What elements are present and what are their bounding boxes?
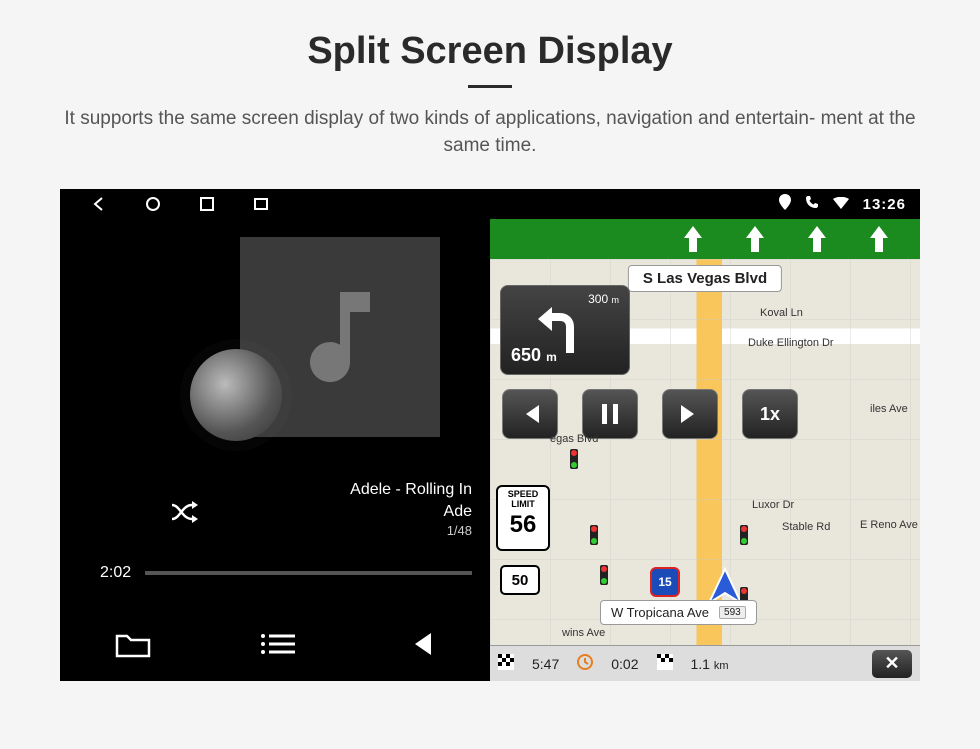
traffic-light-icon [600, 565, 608, 585]
lane-arrow-icon [682, 226, 704, 252]
flag-icon [657, 654, 673, 673]
time-remaining: 0:02 [611, 656, 638, 672]
distance-remaining: 1.1 km [691, 656, 729, 672]
traffic-light-icon [570, 449, 578, 469]
lane-arrow-icon [868, 226, 890, 252]
status-time: 13:26 [863, 196, 906, 213]
close-button[interactable]: ✕ [872, 650, 912, 678]
interstate-shield: 15 [650, 567, 680, 597]
next-button[interactable] [662, 389, 718, 439]
music-bottom-controls [60, 611, 490, 681]
progress-bar[interactable] [145, 571, 472, 575]
page-subtitle: It supports the same screen display of t… [0, 106, 980, 159]
picture-icon [252, 195, 270, 213]
page-title: Split Screen Display [0, 30, 980, 73]
traffic-light-icon [590, 525, 598, 545]
folder-button[interactable] [115, 630, 151, 663]
prev-button[interactable] [502, 389, 558, 439]
recents-icon[interactable] [198, 195, 216, 213]
pause-button[interactable] [582, 389, 638, 439]
playlist-button[interactable] [261, 632, 295, 661]
progress-row: 2:02 [100, 564, 472, 582]
previous-track-button[interactable] [405, 629, 435, 664]
nav-bottom-bar: 5:47 0:02 1.1 km ✕ [490, 645, 920, 681]
title-underline [468, 85, 512, 88]
flag-icon [498, 654, 514, 673]
lane-arrow-icon [806, 226, 828, 252]
location-icon [779, 194, 791, 214]
speed-limit-sign: SPEED LIMIT 56 [496, 485, 550, 551]
home-icon[interactable] [144, 195, 162, 213]
cross-street-sign: W Tropicana Ave 593 [600, 600, 757, 625]
music-pane: Adele - Rolling In Ade 1/48 2:02 [60, 189, 490, 681]
eta-value: 5:47 [532, 656, 559, 672]
route-shield: 50 [500, 565, 540, 595]
wifi-icon [833, 196, 849, 213]
playback-speed-button[interactable]: 1x [742, 389, 798, 439]
current-street-sign: S Las Vegas Blvd [628, 265, 782, 292]
back-icon[interactable] [90, 195, 108, 213]
track-index: 1/48 [350, 522, 472, 540]
shuffle-button[interactable] [170, 499, 204, 530]
status-bar: 13:26 [60, 189, 920, 219]
next-turn-card[interactable]: 300 m 650 m [500, 285, 630, 375]
device-screenshot: 13:26 Adele - Rolling In Ade 1/48 2:02 [60, 189, 920, 681]
elapsed-time: 2:02 [100, 564, 131, 582]
lane-guidance-bar [490, 219, 920, 259]
next-turn-main-distance: 650 m [511, 345, 557, 366]
traffic-light-icon [740, 525, 748, 545]
camera-lens [190, 349, 282, 441]
track-artist: Ade [350, 501, 472, 523]
track-title: Adele - Rolling In [350, 479, 472, 501]
clock-icon [577, 654, 593, 673]
track-info: Adele - Rolling In Ade 1/48 [350, 479, 472, 540]
music-note-icon [280, 277, 400, 397]
nav-media-controls: 1x [502, 389, 798, 439]
map-pane[interactable]: S Las Vegas Blvd 300 m 650 m 1x SPEED LI… [490, 189, 920, 681]
next-turn-small-distance: 300 m [588, 292, 619, 306]
lane-arrow-icon [744, 226, 766, 252]
phone-icon [805, 195, 819, 213]
